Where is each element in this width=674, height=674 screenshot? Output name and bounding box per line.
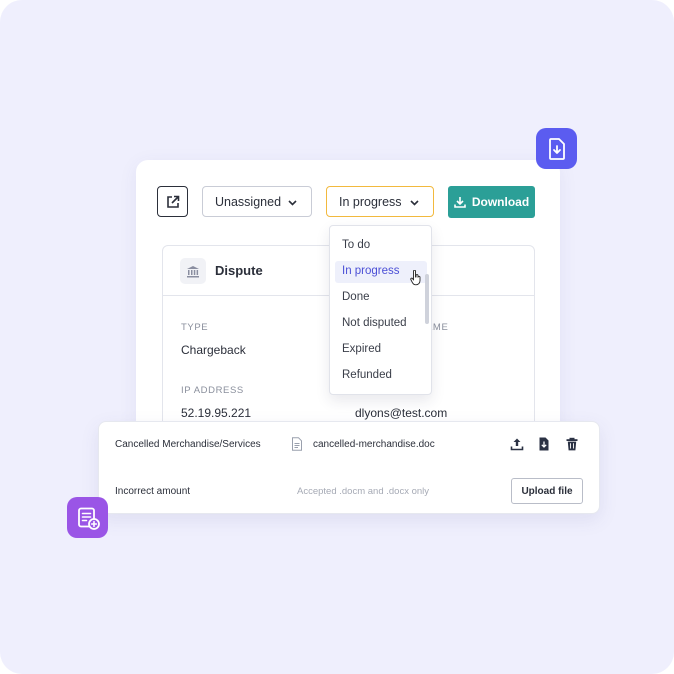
ip-address-value: 52.19.95.221	[181, 406, 252, 420]
type-value: Chargeback	[181, 343, 246, 357]
bank-icon	[180, 258, 206, 284]
status-select[interactable]: In progress	[326, 186, 434, 217]
ip-address-label: IP ADDRESS	[181, 385, 244, 396]
download-button-label: Download	[471, 195, 530, 209]
file-row-label: Cancelled Merchandise/Services	[115, 439, 261, 450]
status-dropdown-menu: To do In progress Done Not disputed Expi…	[329, 225, 432, 395]
menu-item-done[interactable]: Done	[342, 291, 370, 303]
document-icon	[292, 437, 302, 451]
menu-scrollbar[interactable]	[425, 274, 429, 324]
chevron-down-icon	[288, 200, 297, 206]
upload-icon[interactable]	[510, 437, 524, 451]
reason-row-label: Incorrect amount	[115, 486, 191, 497]
dispute-title: Dispute	[215, 263, 263, 278]
assignee-select[interactable]: Unassigned	[202, 186, 312, 217]
background-canvas: Unassigned In progress Download Dispute …	[0, 0, 674, 674]
open-external-button[interactable]	[157, 186, 188, 217]
file-name[interactable]: cancelled-merchandise.doc	[313, 439, 435, 450]
hand-cursor-icon	[410, 270, 421, 286]
note-add-badge-icon	[67, 497, 108, 538]
download-button[interactable]: Download	[448, 186, 535, 218]
chevron-down-icon	[410, 200, 419, 206]
menu-item-in-progress[interactable]: In progress	[342, 265, 400, 277]
file-download-badge-icon	[536, 128, 577, 169]
assignee-select-value: Unassigned	[215, 194, 282, 209]
email-value: dlyons@test.com	[355, 406, 448, 420]
menu-item-expired[interactable]: Expired	[342, 343, 381, 355]
upload-file-button[interactable]: Upload file	[511, 478, 583, 504]
external-link-icon	[166, 195, 179, 208]
menu-item-refunded[interactable]: Refunded	[342, 369, 392, 381]
menu-item-to-do[interactable]: To do	[342, 239, 370, 251]
upload-file-button-label: Upload file	[521, 485, 573, 497]
menu-item-not-disputed[interactable]: Not disputed	[342, 317, 407, 329]
status-select-value: In progress	[339, 194, 402, 209]
accepted-formats-hint: Accepted .docm and .docx only	[297, 486, 430, 497]
type-label: TYPE	[181, 322, 209, 333]
file-download-icon[interactable]	[537, 437, 551, 451]
download-icon	[454, 197, 466, 208]
trash-icon[interactable]	[565, 437, 579, 451]
